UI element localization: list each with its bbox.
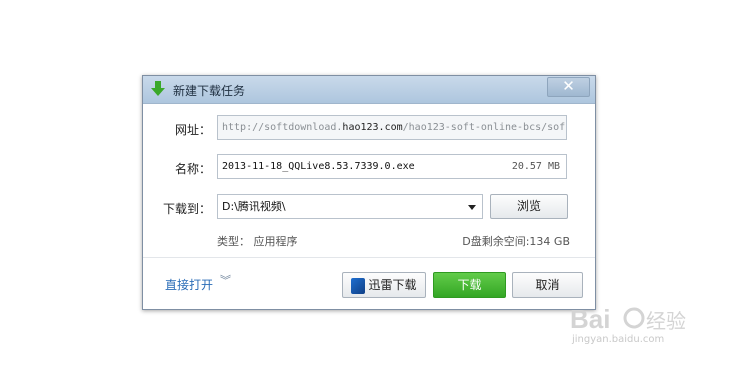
file-type-info: 类型： 应用程序 (217, 235, 298, 248)
dialog-title: 新建下载任务 (173, 84, 246, 98)
save-path-select[interactable]: D:\腾讯视频\ (217, 194, 483, 219)
svg-text:Bai: Bai (570, 304, 610, 334)
double-chevron-down-icon[interactable]: ︾ (220, 275, 231, 286)
xunlei-download-button[interactable]: 迅雷下载 (342, 272, 426, 298)
download-arrow-icon (151, 81, 165, 96)
url-host: hao123.com (342, 122, 403, 133)
svg-text:经验: 经验 (646, 310, 686, 333)
filename-value: 2013-11-18_QQLive8.53.7339.0.exe (222, 161, 415, 172)
baidu-jingyan-watermark: Bai 经验 (570, 304, 686, 334)
new-download-dialog: 新建下载任务 ✕ 网址： http://softdownload.hao123.… (142, 75, 596, 310)
disk-space-info: D盘剩余空间:134 GB (462, 235, 570, 248)
xunlei-logo-icon (351, 277, 366, 294)
watermark-url: jingyan.baidu.com (572, 334, 665, 345)
dropdown-arrow-icon[interactable] (468, 205, 476, 210)
file-size: 20.57 MB (511, 161, 560, 172)
save-path-value: D:\腾讯视频\ (222, 200, 286, 213)
xunlei-download-label: 迅雷下载 (368, 278, 417, 292)
url-suffix: /hao123-soft-online-bcs/sof (402, 122, 566, 133)
url-label: 网址： (174, 123, 211, 137)
browse-button[interactable]: 浏览 (490, 194, 568, 219)
path-label: 下载到： (162, 202, 211, 216)
name-label: 名称： (174, 162, 211, 176)
filename-field[interactable]: 2013-11-18_QQLive8.53.7339.0.exe 20.57 M… (217, 154, 567, 179)
url-prefix: http://softdownload. (222, 122, 343, 133)
titlebar: 新建下载任务 ✕ (143, 76, 595, 104)
url-field[interactable]: http://softdownload.hao123.com/hao123-so… (217, 115, 567, 140)
direct-open-link[interactable]: 直接打开 (165, 276, 213, 293)
download-button[interactable]: 下载 (433, 272, 506, 298)
divider (143, 257, 595, 258)
close-button[interactable]: ✕ (547, 77, 590, 97)
